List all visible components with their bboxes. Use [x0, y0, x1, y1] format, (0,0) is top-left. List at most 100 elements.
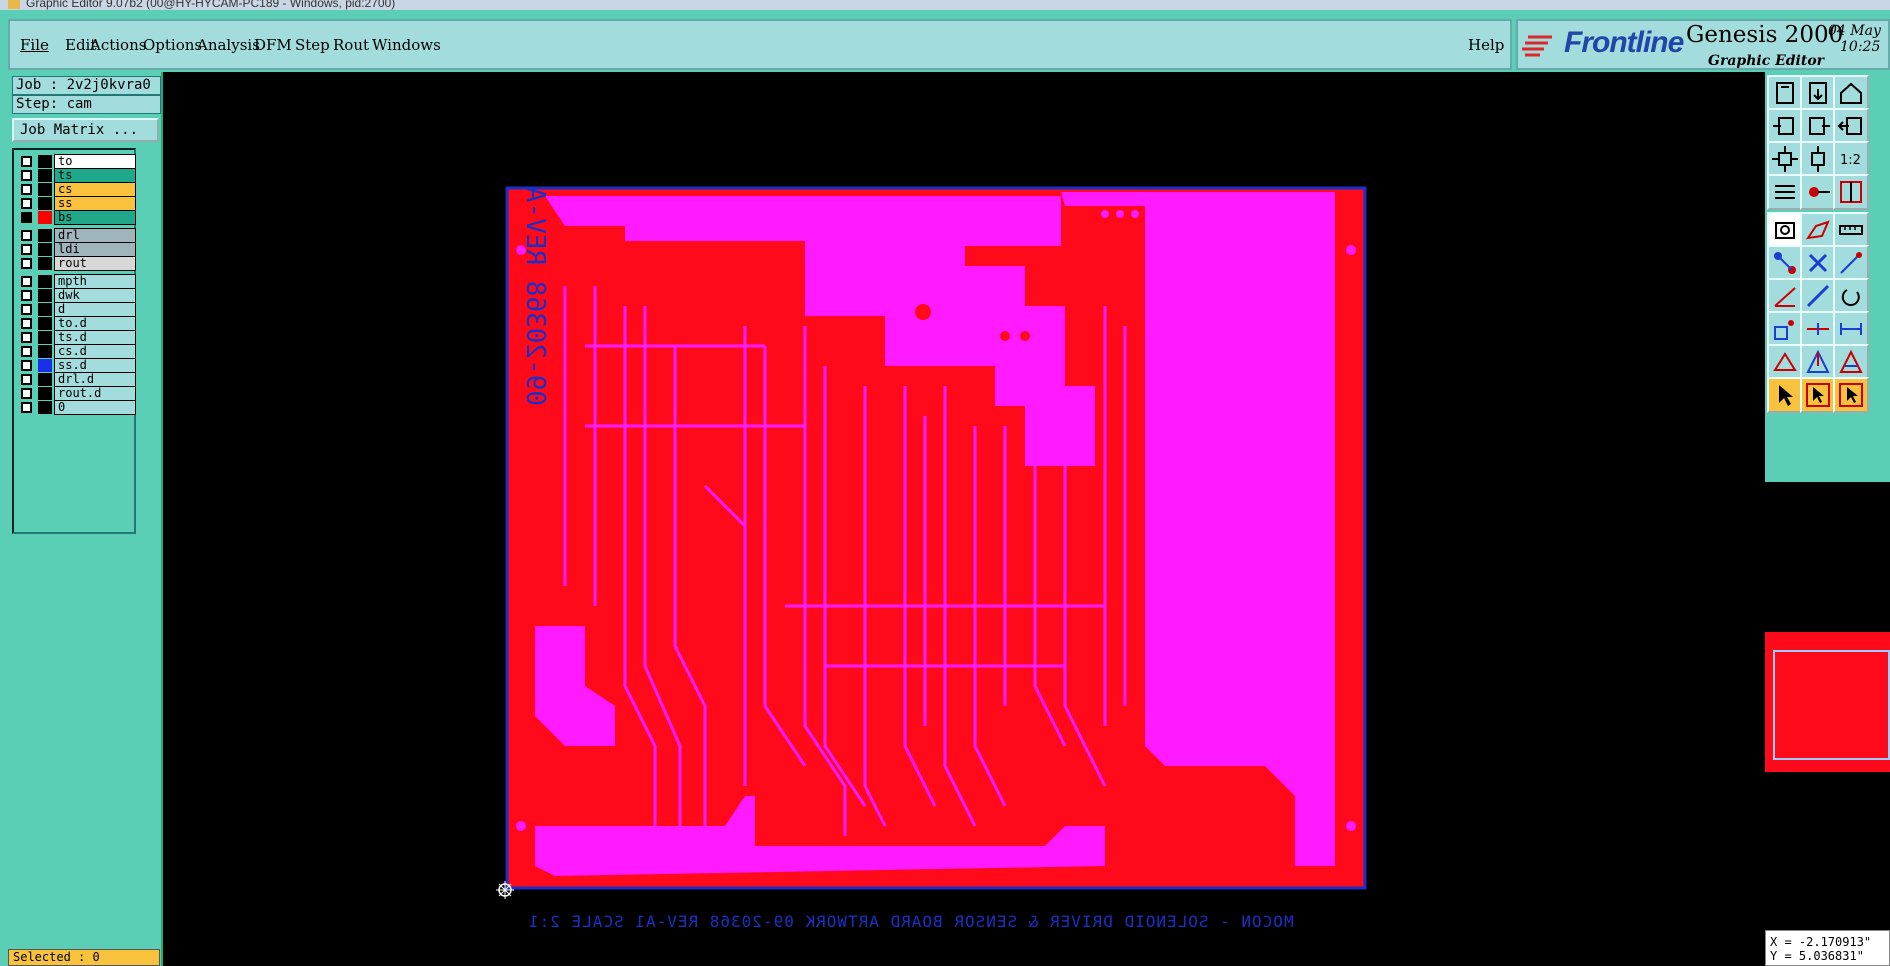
- layer-name[interactable]: ldi: [54, 242, 136, 257]
- layer-color-swatch[interactable]: [38, 169, 52, 182]
- pan-right-button[interactable]: [1800, 108, 1836, 144]
- graphic-canvas[interactable]: 09-20368 REV-A1 MOCON - SOLENOID DRIVER …: [163, 72, 1765, 966]
- layer-row-ts-d[interactable]: ts.d: [16, 330, 136, 345]
- menu-dfm[interactable]: DFM: [254, 36, 292, 54]
- layer-row-dwk[interactable]: dwk: [16, 288, 136, 303]
- layer-row-ss[interactable]: ss: [16, 196, 136, 211]
- pan-left-button[interactable]: [1767, 108, 1803, 144]
- layers-button[interactable]: [1833, 174, 1869, 210]
- layer-row-rout[interactable]: rout: [16, 256, 136, 271]
- layer-color-swatch[interactable]: [38, 211, 52, 224]
- layer-checkbox[interactable]: [21, 170, 32, 181]
- layer-name[interactable]: rout: [54, 256, 136, 271]
- layer-checkbox[interactable]: [21, 258, 32, 269]
- home-button[interactable]: [1833, 75, 1869, 111]
- layer-name[interactable]: d: [54, 302, 136, 317]
- overview-map[interactable]: [1765, 632, 1890, 772]
- menu-rout[interactable]: Rout: [333, 36, 369, 54]
- zoom-fit-button[interactable]: [1767, 141, 1803, 177]
- menu-help[interactable]: Help: [1468, 36, 1504, 54]
- save-button[interactable]: [1767, 75, 1803, 111]
- layer-checkbox[interactable]: [21, 276, 32, 287]
- layer-row-to[interactable]: to: [16, 154, 136, 169]
- snapshot-button[interactable]: [1767, 212, 1803, 248]
- measure-button[interactable]: [1767, 174, 1803, 210]
- layer-name[interactable]: cs.d: [54, 344, 136, 359]
- distance-button[interactable]: [1833, 311, 1869, 347]
- probe-button[interactable]: [1800, 174, 1836, 210]
- layer-checkbox[interactable]: [21, 212, 32, 223]
- layer-name[interactable]: rout.d: [54, 386, 136, 401]
- layer-checkbox[interactable]: [21, 388, 32, 399]
- layer-color-swatch[interactable]: [38, 289, 52, 302]
- layer-name[interactable]: drl.d: [54, 372, 136, 387]
- layer-row-d[interactable]: d: [16, 302, 136, 317]
- layer-row-drl[interactable]: drl: [16, 228, 136, 243]
- layer-row-ts[interactable]: ts: [16, 168, 136, 183]
- layer-checkbox[interactable]: [21, 374, 32, 385]
- layer-row-0[interactable]: 0: [16, 400, 136, 415]
- layer-color-swatch[interactable]: [38, 359, 52, 372]
- layer-color-swatch[interactable]: [38, 243, 52, 256]
- triangle-arrow-button[interactable]: [1800, 344, 1836, 380]
- layer-name[interactable]: 0: [54, 400, 136, 415]
- zoom-1-2-button[interactable]: 1:2: [1833, 141, 1869, 177]
- cross-button[interactable]: [1800, 245, 1836, 281]
- menu-windows[interactable]: Windows: [372, 36, 441, 54]
- layer-name[interactable]: drl: [54, 228, 136, 243]
- layer-checkbox[interactable]: [21, 156, 32, 167]
- layer-checkbox[interactable]: [21, 230, 32, 241]
- pointer-button[interactable]: [1767, 377, 1803, 413]
- layer-name[interactable]: to.d: [54, 316, 136, 331]
- layer-color-swatch[interactable]: [38, 373, 52, 386]
- pointer-box-button[interactable]: [1800, 377, 1836, 413]
- pcb-board[interactable]: 09-20368 REV-A1: [505, 186, 1367, 890]
- layer-checkbox[interactable]: [21, 304, 32, 315]
- layer-name[interactable]: ss: [54, 196, 136, 211]
- job-matrix-button[interactable]: Job Matrix ...: [12, 118, 159, 142]
- menu-step[interactable]: Step: [295, 36, 330, 54]
- layer-row-bs[interactable]: bs: [16, 210, 136, 225]
- triangle-button[interactable]: [1767, 344, 1803, 380]
- ruler-button[interactable]: [1833, 212, 1869, 248]
- layer-name[interactable]: dwk: [54, 288, 136, 303]
- layer-name[interactable]: ss.d: [54, 358, 136, 373]
- rotate-button[interactable]: [1833, 278, 1869, 314]
- cut-line-button[interactable]: [1800, 311, 1836, 347]
- layer-name[interactable]: cs: [54, 182, 136, 197]
- layer-color-swatch[interactable]: [38, 229, 52, 242]
- menu-actions[interactable]: Actions: [90, 36, 146, 54]
- layer-checkbox[interactable]: [21, 346, 32, 357]
- layer-checkbox[interactable]: [21, 290, 32, 301]
- layer-color-swatch[interactable]: [38, 345, 52, 358]
- slash-button[interactable]: [1800, 278, 1836, 314]
- layer-checkbox[interactable]: [21, 184, 32, 195]
- layer-color-swatch[interactable]: [38, 183, 52, 196]
- select-box-button[interactable]: [1767, 311, 1803, 347]
- angle-button[interactable]: [1767, 278, 1803, 314]
- layer-color-swatch[interactable]: [38, 317, 52, 330]
- layer-name[interactable]: ts: [54, 168, 136, 183]
- layer-checkbox[interactable]: [21, 360, 32, 371]
- menu-options[interactable]: Options: [143, 36, 202, 54]
- pointer-rotate-button[interactable]: [1833, 377, 1869, 413]
- layer-row-mpth[interactable]: mpth: [16, 274, 136, 289]
- layer-color-swatch[interactable]: [38, 401, 52, 414]
- layer-color-swatch[interactable]: [38, 155, 52, 168]
- layer-checkbox[interactable]: [21, 402, 32, 413]
- layer-color-swatch[interactable]: [38, 257, 52, 270]
- edit-shape-button[interactable]: [1800, 212, 1836, 248]
- layer-name[interactable]: to: [54, 154, 136, 169]
- overview-viewport[interactable]: [1773, 650, 1890, 760]
- layer-row-to-d[interactable]: to.d: [16, 316, 136, 331]
- layer-row-ldi[interactable]: ldi: [16, 242, 136, 257]
- line-point-button[interactable]: [1833, 245, 1869, 281]
- menu-file[interactable]: File: [20, 36, 49, 54]
- triangle-a-button[interactable]: [1833, 344, 1869, 380]
- connect-button[interactable]: [1767, 245, 1803, 281]
- layer-name[interactable]: mpth: [54, 274, 136, 289]
- zoom-vertical-button[interactable]: [1800, 141, 1836, 177]
- layer-row-cs-d[interactable]: cs.d: [16, 344, 136, 359]
- layer-checkbox[interactable]: [21, 244, 32, 255]
- layer-checkbox[interactable]: [21, 198, 32, 209]
